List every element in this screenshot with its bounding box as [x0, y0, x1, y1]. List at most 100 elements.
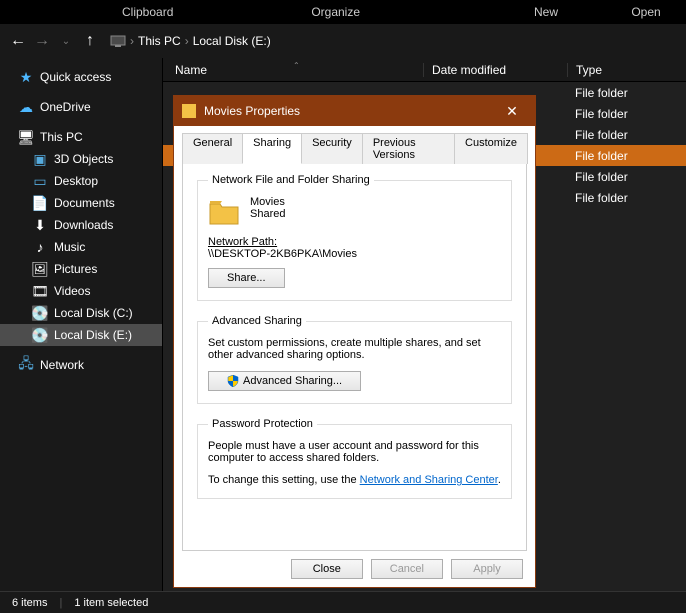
- advanced-sharing-button[interactable]: Advanced Sharing...: [208, 371, 361, 391]
- nav-back[interactable]: ←: [8, 32, 28, 50]
- close-button[interactable]: Close: [291, 559, 363, 579]
- breadcrumb[interactable]: › This PC › Local Disk (E:): [110, 33, 271, 49]
- nav-up[interactable]: ↑: [80, 32, 100, 50]
- video-icon: 🎞: [32, 283, 48, 299]
- ribbon-organize[interactable]: Organize: [185, 5, 486, 19]
- ribbon-open[interactable]: Open: [606, 5, 686, 19]
- password-protection-group: Password Protection People must have a u…: [197, 418, 512, 499]
- tree-thispc[interactable]: 🖥 This PC: [0, 126, 162, 148]
- shared-folder-name: Movies: [250, 196, 285, 208]
- tree-label: Pictures: [54, 262, 97, 276]
- network-sharing-group: Network File and Folder Sharing Movies S…: [197, 174, 512, 301]
- col-type[interactable]: Type: [567, 63, 686, 77]
- tree-label: Network: [40, 358, 84, 372]
- type-cell: File folder: [567, 149, 628, 163]
- cancel-button[interactable]: Cancel: [371, 559, 443, 579]
- tree-label: Local Disk (C:): [54, 306, 133, 320]
- sort-indicator-icon: ⌃: [293, 61, 300, 70]
- tree-quick-access[interactable]: ★ Quick access: [0, 66, 162, 88]
- tree-label: Music: [54, 240, 85, 254]
- tab-customize[interactable]: Customize: [454, 133, 528, 164]
- shield-icon: [227, 375, 239, 387]
- col-name[interactable]: Name⌃: [163, 63, 423, 77]
- tree-pictures[interactable]: 🖼 Pictures: [0, 258, 162, 280]
- type-cell: File folder: [567, 128, 628, 142]
- tree-label: Desktop: [54, 174, 98, 188]
- tree-music[interactable]: ♪ Music: [0, 236, 162, 258]
- network-path-label: Network Path:: [208, 236, 501, 248]
- cloud-icon: ☁: [18, 99, 34, 115]
- pc-icon: 🖥: [18, 129, 34, 145]
- tree-label: OneDrive: [40, 100, 91, 114]
- tree-disk-c[interactable]: 💽 Local Disk (C:): [0, 302, 162, 324]
- nav-bar: ← → ⌄ ↑ › This PC › Local Disk (E:): [0, 24, 686, 58]
- dialog-titlebar[interactable]: Movies Properties ✕: [174, 96, 535, 126]
- separator: |: [59, 597, 62, 609]
- shared-folder-state: Shared: [250, 208, 285, 220]
- chevron-right-icon: ›: [185, 34, 189, 48]
- group-label: Advanced Sharing: [208, 315, 306, 327]
- document-icon: 📄: [32, 195, 48, 211]
- tree-label: 3D Objects: [54, 152, 113, 166]
- shared-folder-icon: [208, 196, 240, 228]
- drive-icon: 💽: [32, 305, 48, 321]
- tree-label: Documents: [54, 196, 115, 210]
- col-date-modified[interactable]: Date modified: [423, 63, 567, 77]
- folder-icon: [182, 104, 196, 118]
- type-cell: File folder: [567, 86, 628, 100]
- nav-tree[interactable]: ★ Quick access ☁ OneDrive 🖥 This PC ▣3D Obj…: [0, 58, 163, 591]
- tree-network[interactable]: 🖧 Network: [0, 354, 162, 376]
- ribbon-tabs: Clipboard Organize New Open: [0, 0, 686, 24]
- download-icon: ⬇: [32, 217, 48, 233]
- music-icon: ♪: [32, 239, 48, 255]
- status-item-count: 6 items: [12, 597, 47, 609]
- password-protection-text: People must have a user account and pass…: [208, 440, 501, 464]
- ribbon-new[interactable]: New: [486, 5, 606, 19]
- close-button[interactable]: ✕: [497, 103, 527, 120]
- properties-dialog: Movies Properties ✕ General Sharing Secu…: [173, 95, 536, 588]
- tree-label: Local Disk (E:): [54, 328, 132, 342]
- password-change-text: To change this setting, use the Network …: [208, 474, 501, 486]
- network-sharing-center-link[interactable]: Network and Sharing Center: [360, 474, 498, 486]
- picture-icon: 🖼: [32, 261, 48, 277]
- tab-security[interactable]: Security: [301, 133, 363, 164]
- tree-documents[interactable]: 📄 Documents: [0, 192, 162, 214]
- group-label: Network File and Folder Sharing: [208, 174, 374, 186]
- breadcrumb-drive[interactable]: Local Disk (E:): [193, 34, 271, 48]
- tree-3d-objects[interactable]: ▣3D Objects: [0, 148, 162, 170]
- advanced-sharing-group: Advanced Sharing Set custom permissions,…: [197, 315, 512, 404]
- group-label: Password Protection: [208, 418, 317, 430]
- share-button[interactable]: Share...: [208, 268, 285, 288]
- tab-general[interactable]: General: [182, 133, 243, 164]
- tree-videos[interactable]: 🎞Videos: [0, 280, 162, 302]
- desktop-icon: ▭: [32, 173, 48, 189]
- button-label: Advanced Sharing...: [243, 375, 342, 387]
- tree-label: Quick access: [40, 70, 111, 84]
- nav-forward[interactable]: →: [32, 32, 52, 50]
- tree-downloads[interactable]: ⬇ Downloads: [0, 214, 162, 236]
- star-icon: ★: [18, 69, 34, 85]
- breadcrumb-root[interactable]: This PC: [138, 34, 181, 48]
- tree-disk-e[interactable]: 💽 Local Disk (E:): [0, 324, 162, 346]
- dialog-title: Movies Properties: [204, 104, 300, 118]
- advanced-sharing-text: Set custom permissions, create multiple …: [208, 337, 501, 361]
- network-icon: 🖧: [18, 357, 34, 373]
- drive-icon: 💽: [32, 327, 48, 343]
- dialog-buttons: Close Cancel Apply: [182, 551, 527, 579]
- tree-desktop[interactable]: ▭ Desktop: [0, 170, 162, 192]
- nav-recent[interactable]: ⌄: [56, 36, 76, 47]
- status-selected-count: 1 item selected: [74, 597, 148, 609]
- type-cell: File folder: [567, 191, 628, 205]
- tree-label: Downloads: [54, 218, 113, 232]
- type-cell: File folder: [567, 170, 628, 184]
- tab-previous-versions[interactable]: Previous Versions: [362, 133, 455, 164]
- ribbon-clipboard[interactable]: Clipboard: [110, 5, 185, 19]
- type-cell: File folder: [567, 107, 628, 121]
- dialog-tabs: General Sharing Security Previous Versio…: [182, 132, 527, 164]
- column-headers[interactable]: Name⌃ Date modified Type: [163, 58, 686, 82]
- apply-button[interactable]: Apply: [451, 559, 523, 579]
- tree-label: This PC: [40, 130, 83, 144]
- chevron-right-icon: ›: [130, 34, 134, 48]
- tree-onedrive[interactable]: ☁ OneDrive: [0, 96, 162, 118]
- tab-sharing[interactable]: Sharing: [242, 133, 302, 164]
